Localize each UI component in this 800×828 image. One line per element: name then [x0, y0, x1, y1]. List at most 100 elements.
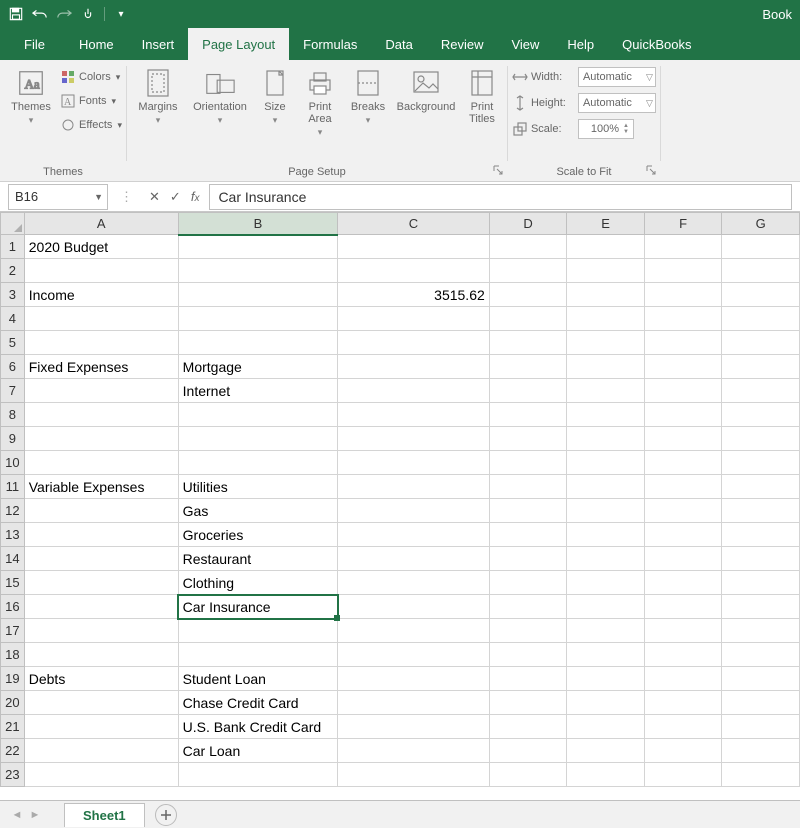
cell[interactable]: [489, 571, 567, 595]
cell[interactable]: [338, 547, 490, 571]
cell[interactable]: [338, 595, 490, 619]
cell[interactable]: [644, 427, 722, 451]
cell[interactable]: [644, 523, 722, 547]
cell[interactable]: [644, 235, 722, 259]
cell[interactable]: [24, 403, 178, 427]
cell[interactable]: [644, 475, 722, 499]
tab-review[interactable]: Review: [427, 28, 498, 60]
print-titles-button[interactable]: Print Titles: [461, 64, 503, 128]
sheet-nav-next-icon[interactable]: ►: [26, 809, 44, 821]
cell[interactable]: [567, 235, 645, 259]
height-combo[interactable]: Automatic▽: [578, 93, 656, 113]
cell[interactable]: [24, 691, 178, 715]
cell[interactable]: [338, 571, 490, 595]
cell[interactable]: [338, 475, 490, 499]
cell[interactable]: Chase Credit Card: [178, 691, 338, 715]
cell[interactable]: [338, 715, 490, 739]
cell[interactable]: [489, 595, 567, 619]
new-sheet-button[interactable]: [155, 804, 177, 826]
size-button[interactable]: Size▾: [255, 64, 295, 129]
cell[interactable]: [722, 595, 800, 619]
cell[interactable]: [644, 307, 722, 331]
cell[interactable]: [24, 331, 178, 355]
tab-data[interactable]: Data: [371, 28, 426, 60]
cell[interactable]: [567, 283, 645, 307]
cell[interactable]: [338, 499, 490, 523]
cell[interactable]: [24, 571, 178, 595]
cell[interactable]: [722, 355, 800, 379]
column-header[interactable]: C: [338, 213, 490, 235]
tab-home[interactable]: Home: [65, 28, 128, 60]
tab-file[interactable]: File: [10, 28, 59, 60]
row-header[interactable]: 21: [1, 715, 25, 739]
cell[interactable]: [567, 571, 645, 595]
row-header[interactable]: 9: [1, 427, 25, 451]
cell[interactable]: [489, 763, 567, 787]
cell[interactable]: Car Insurance: [178, 595, 338, 619]
width-combo[interactable]: Automatic▽: [578, 67, 656, 87]
row-header[interactable]: 6: [1, 355, 25, 379]
cell[interactable]: [722, 523, 800, 547]
cell[interactable]: [722, 547, 800, 571]
cell[interactable]: [338, 235, 490, 259]
row-header[interactable]: 22: [1, 739, 25, 763]
cell[interactable]: [178, 619, 338, 643]
cell[interactable]: [644, 499, 722, 523]
cell[interactable]: [24, 427, 178, 451]
cell[interactable]: [489, 355, 567, 379]
row-header[interactable]: 14: [1, 547, 25, 571]
cell[interactable]: [338, 763, 490, 787]
cell[interactable]: Internet: [178, 379, 338, 403]
tab-formulas[interactable]: Formulas: [289, 28, 371, 60]
cell[interactable]: [722, 715, 800, 739]
cell[interactable]: [489, 427, 567, 451]
cell[interactable]: [644, 451, 722, 475]
cell[interactable]: [567, 331, 645, 355]
cell[interactable]: [489, 403, 567, 427]
tab-quickbooks[interactable]: QuickBooks: [608, 28, 705, 60]
row-header[interactable]: 5: [1, 331, 25, 355]
cell[interactable]: [722, 379, 800, 403]
fill-handle[interactable]: [334, 615, 340, 621]
cell[interactable]: Mortgage: [178, 355, 338, 379]
cell[interactable]: [644, 403, 722, 427]
cell[interactable]: [338, 739, 490, 763]
cell[interactable]: [567, 475, 645, 499]
cell[interactable]: [178, 235, 338, 259]
cell[interactable]: [489, 619, 567, 643]
orientation-button[interactable]: Orientation▾: [187, 64, 253, 129]
cell[interactable]: [338, 667, 490, 691]
undo-icon[interactable]: [28, 2, 52, 26]
cell[interactable]: [644, 691, 722, 715]
cell[interactable]: [567, 379, 645, 403]
cell[interactable]: [489, 235, 567, 259]
themes-button[interactable]: Aa Themes ▾: [4, 64, 58, 129]
column-header[interactable]: D: [489, 213, 567, 235]
cell[interactable]: [338, 619, 490, 643]
cell[interactable]: [24, 763, 178, 787]
cell[interactable]: [722, 763, 800, 787]
cell[interactable]: [489, 451, 567, 475]
cell[interactable]: [489, 331, 567, 355]
row-header[interactable]: 20: [1, 691, 25, 715]
row-header[interactable]: 10: [1, 451, 25, 475]
cell[interactable]: [567, 355, 645, 379]
row-header[interactable]: 2: [1, 259, 25, 283]
cell[interactable]: Utilities: [178, 475, 338, 499]
cell[interactable]: [722, 259, 800, 283]
cell[interactable]: [178, 331, 338, 355]
cell[interactable]: [24, 379, 178, 403]
cell[interactable]: [178, 307, 338, 331]
cell[interactable]: [489, 307, 567, 331]
row-header[interactable]: 12: [1, 499, 25, 523]
cell[interactable]: [567, 739, 645, 763]
cell[interactable]: [644, 667, 722, 691]
cell[interactable]: [489, 667, 567, 691]
cell[interactable]: [722, 283, 800, 307]
cell[interactable]: Fixed Expenses: [24, 355, 178, 379]
row-header[interactable]: 13: [1, 523, 25, 547]
cell[interactable]: [644, 715, 722, 739]
cell[interactable]: Clothing: [178, 571, 338, 595]
cell[interactable]: [338, 331, 490, 355]
scale-dialog-launcher[interactable]: [644, 163, 658, 177]
